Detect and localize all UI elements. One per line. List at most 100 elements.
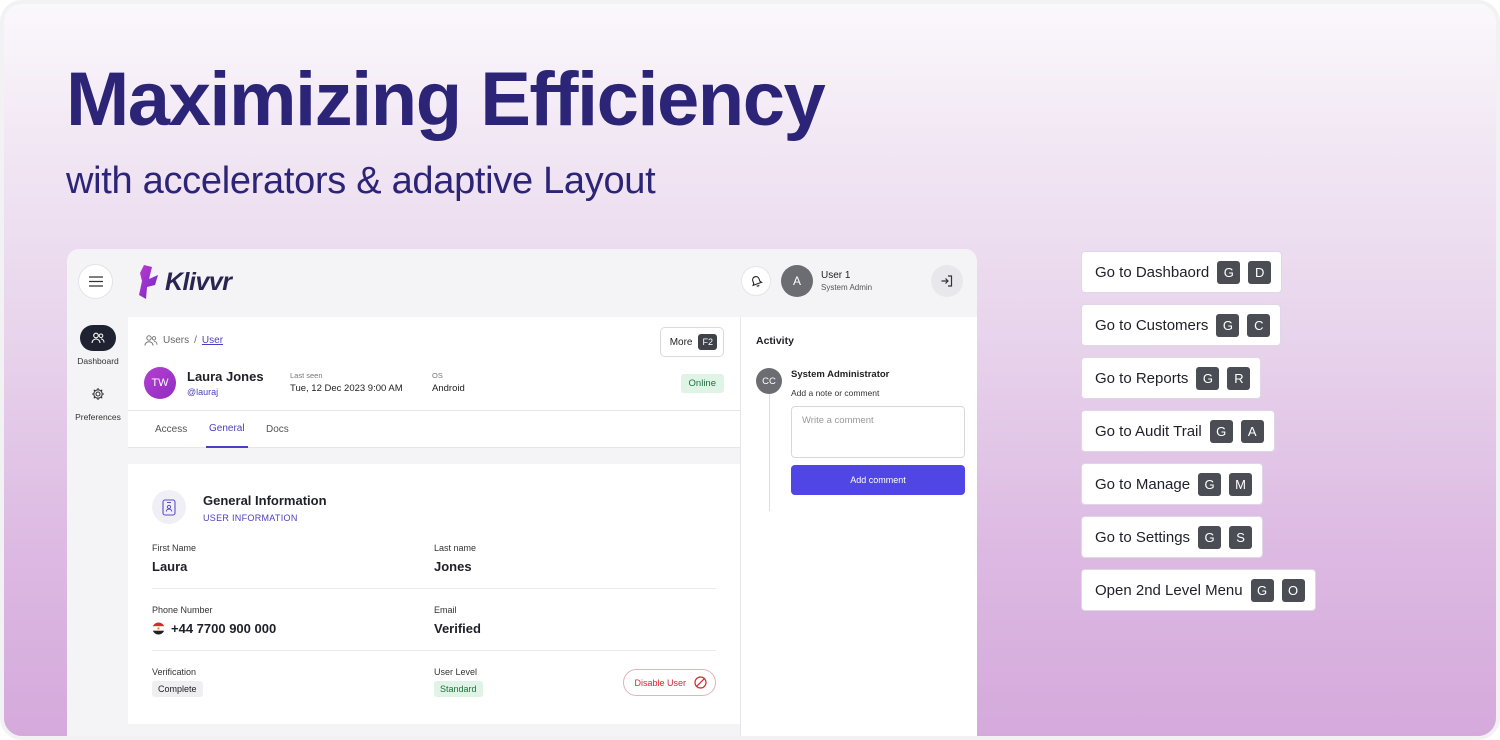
klivvr-logo-icon xyxy=(139,265,158,299)
tab-general[interactable]: General xyxy=(206,411,248,448)
comment-textarea[interactable]: Write a comment xyxy=(791,406,965,458)
gear-icon xyxy=(80,381,116,407)
shortcut-customers[interactable]: Go to Customers G C xyxy=(1081,304,1282,346)
more-button-label: More xyxy=(669,336,693,348)
user-name: User 1 xyxy=(821,270,851,281)
user-level-chip: Standard xyxy=(434,681,483,697)
shortcut-label: Go to Dashbaord xyxy=(1095,263,1210,281)
phone-field: Phone Number +44 7700 900 000 xyxy=(152,605,276,636)
user-level-field: User Level Standard xyxy=(434,667,483,697)
users-icon xyxy=(80,325,116,351)
activity-prompt: Add a note or comment xyxy=(791,388,880,398)
activity-panel: Activity CC System Administrator Add a n… xyxy=(740,317,977,736)
menu-icon xyxy=(88,276,103,287)
activity-title: Activity xyxy=(756,335,794,347)
profile-handle[interactable]: @lauraj xyxy=(187,387,264,397)
logout-button[interactable] xyxy=(931,265,963,297)
verification-label: Verification xyxy=(152,667,197,677)
shortcut-label: Go to Reports xyxy=(1095,369,1189,387)
shortcut-label: Go to Audit Trail xyxy=(1095,422,1202,440)
disable-user-label: Disable User xyxy=(634,677,686,688)
notifications-button[interactable] xyxy=(741,266,771,296)
shortcut-key: R xyxy=(1227,366,1251,390)
sidebar-item-dashboard[interactable]: Dashboard xyxy=(69,325,127,366)
shortcut-settings[interactable]: Go to Settings G S xyxy=(1081,516,1264,558)
activity-avatar: CC xyxy=(756,368,782,394)
phone-value: +44 7700 900 000 xyxy=(171,621,277,636)
verification-field: Verification Complete xyxy=(152,667,203,697)
last-seen-value: Tue, 12 Dec 2023 9:00 AM xyxy=(290,383,403,394)
shortcut-key: M xyxy=(1229,472,1253,496)
user-meta: User 1 System Admin xyxy=(821,270,931,292)
hero-subtitle: with accelerators & adaptive Layout xyxy=(66,160,656,202)
first-name-label: First Name xyxy=(152,543,197,553)
shortcut-second-level-menu[interactable]: Open 2nd Level Menu G O xyxy=(1081,569,1316,611)
tab-access[interactable]: Access xyxy=(155,411,187,448)
shortcut-key: G xyxy=(1217,260,1241,284)
profile-name: Laura Jones xyxy=(187,369,264,384)
os-label: OS xyxy=(432,371,443,380)
first-name-field: First Name Laura xyxy=(152,543,196,574)
sidebar-item-label: Dashboard xyxy=(77,356,119,366)
user-detail-panel: Users / User More F2 TW Laura Jones @lau… xyxy=(128,317,740,736)
tab-docs[interactable]: Docs xyxy=(266,411,289,448)
breadcrumb-separator: / xyxy=(194,335,197,346)
profile-header: TW Laura Jones @lauraj xyxy=(144,367,264,399)
last-name-field: Last name Jones xyxy=(434,543,476,574)
activity-author: System Administrator xyxy=(791,369,890,380)
users-icon xyxy=(144,335,158,346)
user-avatar[interactable]: A xyxy=(781,265,813,297)
shortcut-key: G xyxy=(1196,366,1220,390)
shortcut-key: C xyxy=(1247,313,1271,337)
shortcut-manage[interactable]: Go to Manage G M xyxy=(1081,463,1264,505)
shortcut-reports[interactable]: Go to Reports G R xyxy=(1081,357,1262,399)
breadcrumb-current[interactable]: User xyxy=(202,335,223,346)
verification-chip: Complete xyxy=(152,681,203,697)
shortcut-dashboard[interactable]: Go to Dashbaord G D xyxy=(1081,251,1283,293)
shortcut-key: A xyxy=(1240,419,1264,443)
more-button[interactable]: More F2 xyxy=(659,327,724,357)
add-comment-button[interactable]: Add comment xyxy=(791,465,965,495)
last-seen-label: Last seen xyxy=(290,371,323,380)
app-window: Klivvr A User 1 System Admin Dashboard P… xyxy=(67,249,977,736)
disable-user-button[interactable]: Disable User xyxy=(623,669,716,696)
os-value: Android xyxy=(432,383,465,394)
shortcut-label: Go to Manage xyxy=(1095,475,1191,493)
flag-icon xyxy=(152,622,165,635)
shortcut-key: D xyxy=(1248,260,1272,284)
more-shortcut-key: F2 xyxy=(698,334,717,350)
brand-name: Klivvr xyxy=(165,267,232,296)
shortcut-key: G xyxy=(1216,313,1240,337)
email-label: Email xyxy=(434,605,457,615)
user-level-label: User Level xyxy=(434,667,478,677)
tab-bar: Access General Docs xyxy=(128,410,740,448)
timeline-line xyxy=(769,394,770,511)
bell-icon xyxy=(751,275,763,287)
shortcut-key: O xyxy=(1281,578,1305,602)
last-name-label: Last name xyxy=(434,543,477,553)
phone-label: Phone Number xyxy=(152,605,213,615)
header-user-area: A User 1 System Admin xyxy=(741,265,963,297)
brand-logo[interactable]: Klivvr xyxy=(139,265,232,299)
block-icon xyxy=(694,676,707,689)
first-name-value: Laura xyxy=(152,559,188,574)
logout-icon xyxy=(941,275,953,287)
breadcrumb-root[interactable]: Users xyxy=(163,335,189,346)
banner: Maximizing Efficiency with accelerators … xyxy=(0,0,1500,740)
breadcrumb: Users / User xyxy=(144,335,223,346)
shortcut-key: G xyxy=(1209,419,1233,443)
shortcut-key: S xyxy=(1229,525,1253,549)
id-card-icon xyxy=(152,490,186,524)
last-seen: Last seen Tue, 12 Dec 2023 9:00 AM xyxy=(290,371,403,394)
shortcut-key: G xyxy=(1250,578,1274,602)
sidebar-item-preferences[interactable]: Preferences xyxy=(69,381,127,422)
card-subtitle: USER INFORMATION xyxy=(203,513,298,523)
os-info: OS Android xyxy=(432,371,465,394)
shortcut-label: Go to Settings xyxy=(1095,528,1191,546)
sidebar-item-label: Preferences xyxy=(75,412,121,422)
shortcut-audit-trail[interactable]: Go to Audit Trail G A xyxy=(1081,410,1275,452)
status-badge: Online xyxy=(680,374,724,393)
user-role: System Admin xyxy=(821,283,873,292)
shortcut-key: G xyxy=(1198,525,1222,549)
hamburger-menu-button[interactable] xyxy=(78,264,113,299)
